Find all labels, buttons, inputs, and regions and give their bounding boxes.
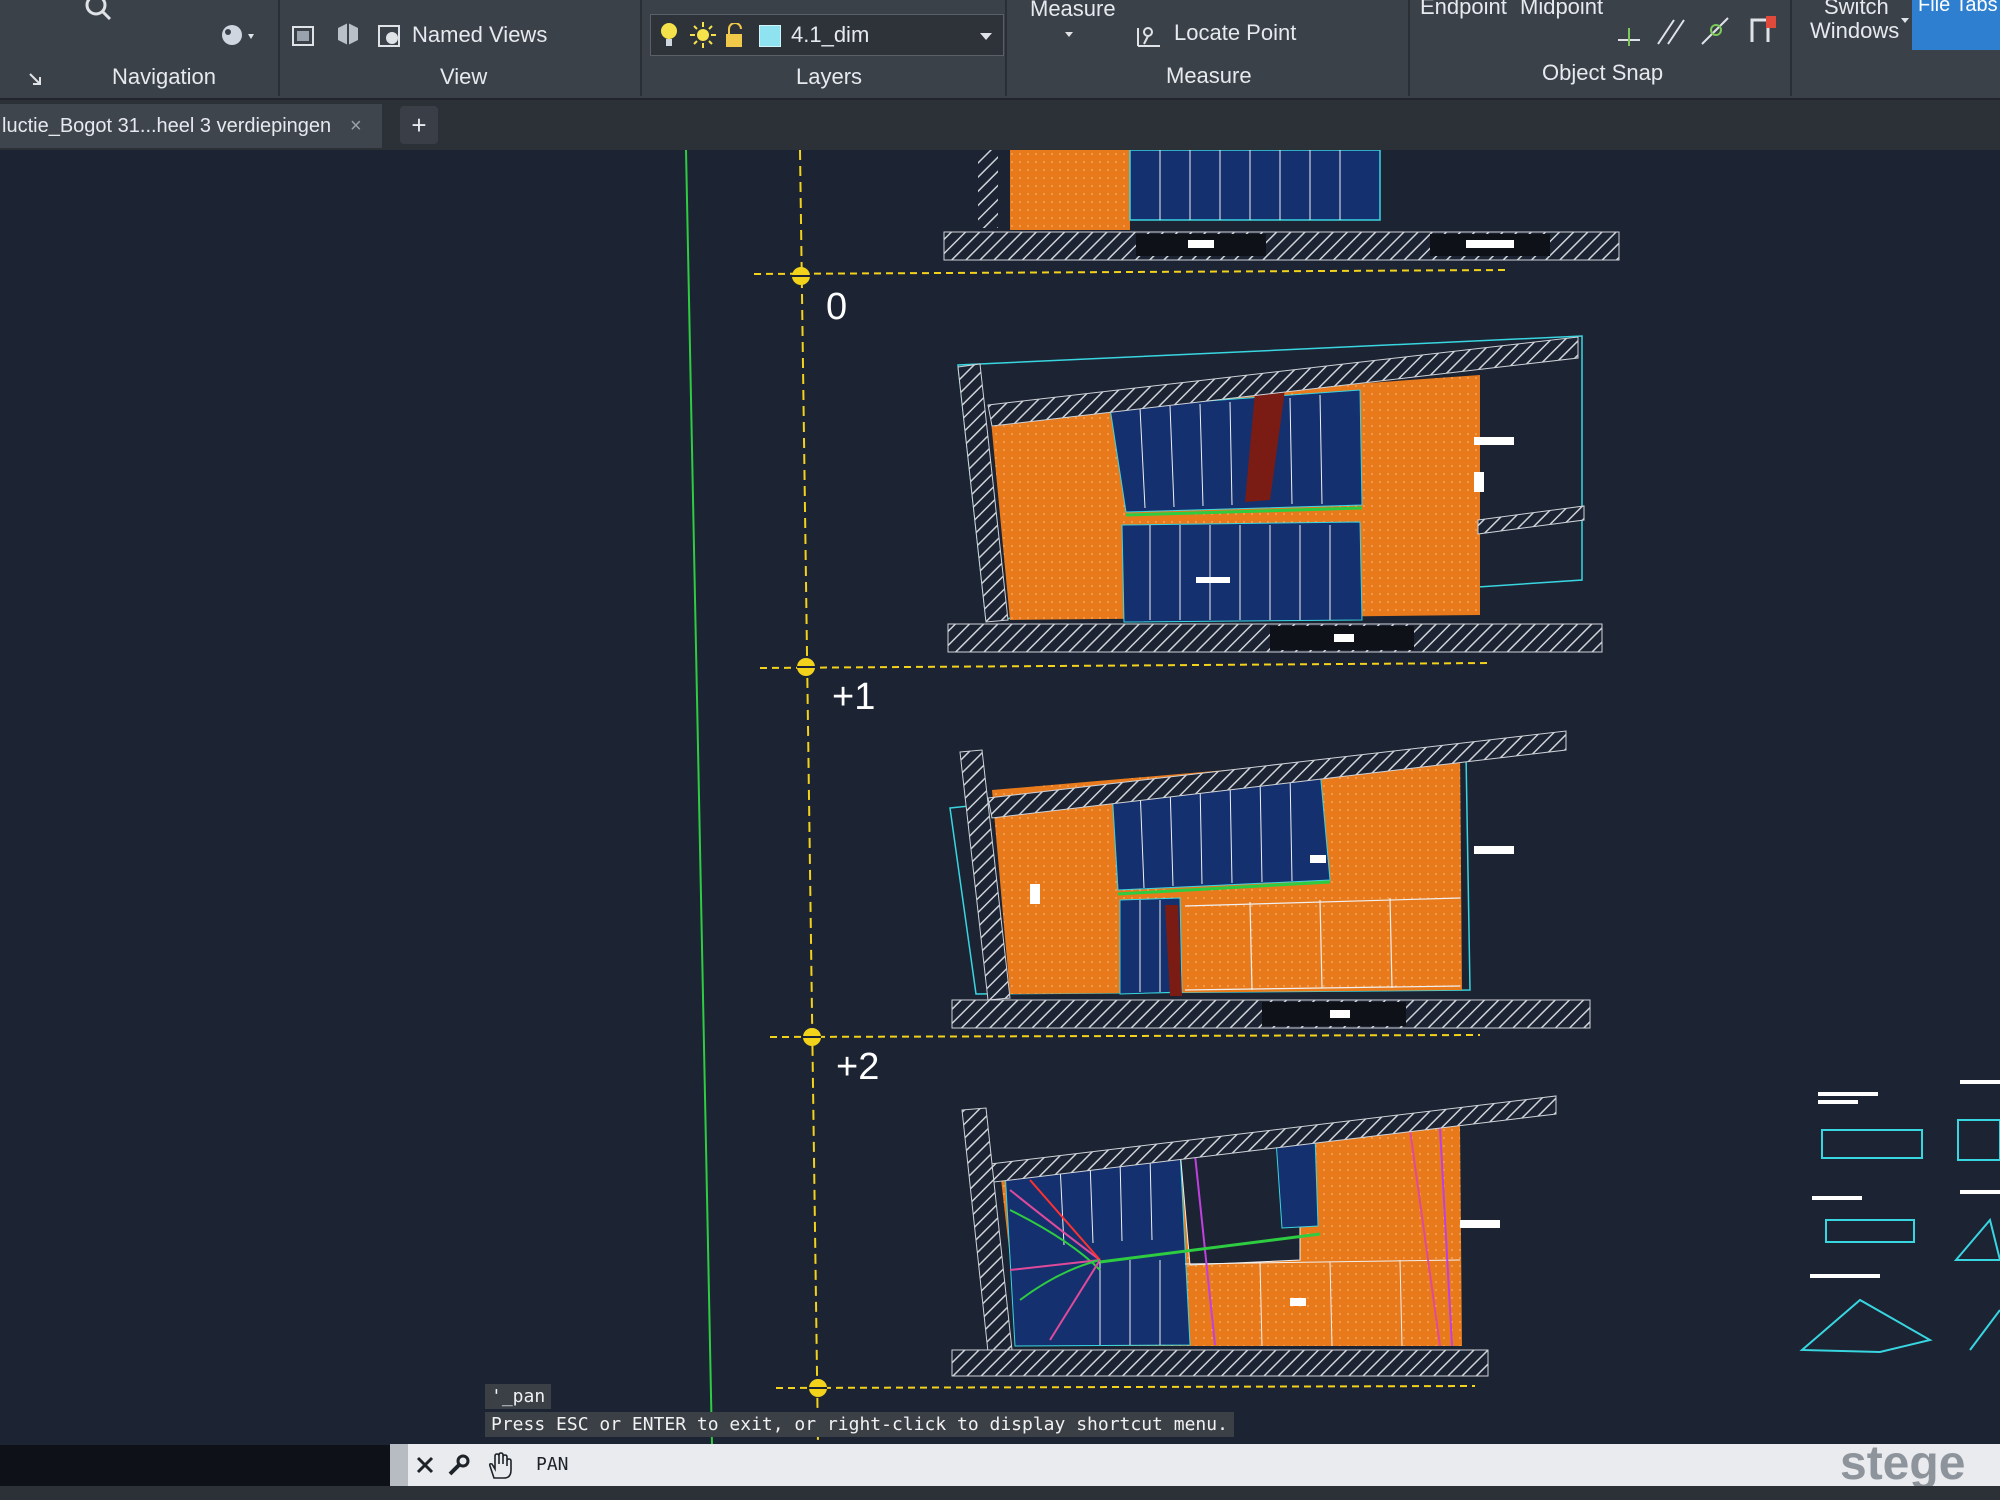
viewport-icon[interactable] xyxy=(290,22,318,55)
unlock-icon xyxy=(723,22,747,54)
command-line: PAN stege xyxy=(390,1437,2000,1490)
current-layer-name: 4.1_dim xyxy=(791,22,870,47)
detail-sketches xyxy=(1799,1119,2000,1354)
green-axis-line xyxy=(685,149,713,1446)
locate-point-button[interactable]: Locate Point xyxy=(1174,20,1296,46)
snap-tangent-icon[interactable] xyxy=(1614,16,1644,51)
layout-tabs-strip xyxy=(0,1486,2000,1500)
brand-watermark: stege xyxy=(1840,1437,1966,1490)
floor-plan-2 xyxy=(951,1095,1557,1377)
snap-parallel-icon[interactable] xyxy=(1654,14,1688,53)
switch-windows-label-1[interactable]: Switch xyxy=(1824,0,1889,20)
panel-title-object-snap: Object Snap xyxy=(1542,60,1664,85)
drawing-file-tab-title: luctie_Bogot 31...heel 3 verdiepingen xyxy=(2,115,332,137)
level-label-1: +1 xyxy=(832,676,876,718)
drawing-file-tab[interactable]: luctie_Bogot 31...heel 3 verdiepingen × xyxy=(0,104,382,148)
file-tabs-button[interactable]: File Tabs xyxy=(1912,0,2000,50)
wrench-icon[interactable] xyxy=(446,1454,470,1483)
floor-partial-top xyxy=(943,149,1620,261)
command-history-line-1: '_pan xyxy=(485,1384,552,1409)
command-history-line-2: Press ESC or ENTER to exit, or right-cli… xyxy=(485,1412,1234,1437)
file-tabs-label: File Tabs xyxy=(1918,0,1998,16)
snap-settings-icon[interactable] xyxy=(1748,14,1778,51)
drawing-svg xyxy=(685,149,2000,1446)
plus-icon: + xyxy=(411,110,427,140)
zoom-icon[interactable] xyxy=(82,0,112,25)
layer-dropdown[interactable]: 4.1_dim xyxy=(650,14,1004,56)
locate-point-icon[interactable] xyxy=(1134,18,1164,55)
named-views-icon[interactable] xyxy=(376,22,404,55)
panel-title-layers: Layers xyxy=(796,64,863,89)
level-axis-line xyxy=(799,149,819,1446)
command-input[interactable]: PAN xyxy=(536,1454,569,1475)
close-icon[interactable] xyxy=(414,1454,436,1481)
chevron-down-icon[interactable] xyxy=(979,29,993,47)
lightbulb-icon xyxy=(659,21,679,54)
new-tab-button[interactable]: + xyxy=(400,106,438,144)
named-views-button[interactable]: Named Views xyxy=(412,22,547,48)
switch-windows-dropdown-icon[interactable] xyxy=(1900,12,1910,30)
floor-plan-0 xyxy=(947,335,1603,653)
file-tab-bar: luctie_Bogot 31...heel 3 verdiepingen × … xyxy=(0,100,2000,150)
view-cube-icon[interactable] xyxy=(334,20,362,53)
level-label-2: +2 xyxy=(836,1046,880,1088)
snap-node-icon[interactable] xyxy=(1698,14,1732,53)
level-label-0: 0 xyxy=(826,286,848,328)
layer-color-swatch xyxy=(759,25,781,47)
drawing-canvas[interactable]: 0 +1 +2 '_pan Press ESC or ENTER to exit… xyxy=(0,149,2000,1446)
switch-windows-label-2[interactable]: Windows xyxy=(1810,18,1899,44)
measure-button[interactable]: Measure xyxy=(1030,0,1116,22)
panel-expand-icon[interactable] xyxy=(28,72,42,91)
panel-title-navigation: Navigation xyxy=(112,64,216,89)
panel-title-measure: Measure xyxy=(1166,63,1252,88)
close-icon[interactable]: × xyxy=(350,104,362,148)
pan-hand-icon xyxy=(486,1452,516,1485)
sun-icon xyxy=(689,21,717,54)
detail-text-marks xyxy=(1810,1080,2000,1278)
endpoint-snap-button[interactable]: Endpoint xyxy=(1420,0,1507,20)
orbit-icon[interactable] xyxy=(218,20,258,55)
ribbon: Navigation Named Views View 4.1_dim Laye… xyxy=(0,0,2000,100)
measure-dropdown-icon[interactable] xyxy=(1064,26,1074,44)
floor-plan-1 xyxy=(949,730,1591,1029)
midpoint-snap-button[interactable]: Midpoint xyxy=(1520,0,1603,20)
command-line-grip[interactable] xyxy=(390,1444,408,1486)
panel-title-view: View xyxy=(440,64,488,89)
